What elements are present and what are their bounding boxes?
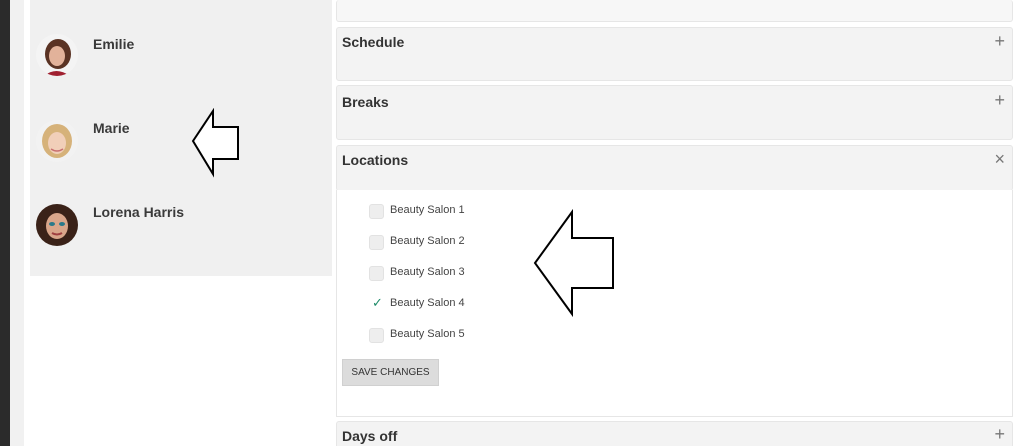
staff-settings-page: Emilie Marie Lorena Harris Schedule + Br… (0, 0, 1024, 446)
staff-item-marie[interactable]: Marie (30, 110, 332, 170)
plus-icon[interactable]: + (994, 425, 1005, 443)
checkbox[interactable] (369, 328, 384, 343)
panel-previous (336, 0, 1013, 22)
checkbox-checked[interactable]: ✓ (369, 295, 384, 312)
staff-name: Lorena Harris (93, 204, 185, 220)
close-icon[interactable]: × (994, 150, 1005, 168)
checkbox[interactable] (369, 266, 384, 281)
panel-locations[interactable]: Locations × (336, 145, 1013, 191)
plus-icon[interactable]: + (994, 32, 1005, 50)
left-dark-strip (0, 0, 10, 446)
location-label: Beauty Salon 5 (390, 328, 465, 340)
panel-title: Days off (342, 428, 398, 444)
staff-item-emilie[interactable]: Emilie (30, 26, 332, 86)
location-label: Beauty Salon 3 (390, 266, 465, 278)
plus-icon[interactable]: + (994, 91, 1005, 109)
panel-title: Locations (342, 152, 409, 168)
checkmark-icon: ✓ (372, 295, 383, 310)
staff-list: Emilie Marie Lorena Harris (30, 0, 332, 276)
checkbox[interactable] (369, 235, 384, 250)
left-arrow-icon (533, 208, 614, 318)
panel-title: Breaks (342, 94, 389, 110)
left-light-strip (10, 0, 24, 446)
staff-name: Emilie (93, 36, 135, 52)
panel-days-off[interactable]: Days off + (336, 421, 1013, 446)
location-label: Beauty Salon 2 (390, 235, 465, 247)
save-changes-button[interactable]: SAVE CHANGES (342, 359, 439, 386)
staff-name: Marie (93, 120, 130, 136)
panel-breaks[interactable]: Breaks + (336, 85, 1013, 140)
left-arrow-icon (191, 108, 239, 178)
locations-panel-body: Beauty Salon 1 Beauty Salon 2 Beauty Sal… (336, 190, 1013, 417)
panel-title: Schedule (342, 34, 405, 50)
location-label: Beauty Salon 4 (390, 297, 465, 309)
avatar (36, 204, 78, 246)
staff-item-lorena-harris[interactable]: Lorena Harris (30, 194, 332, 254)
location-label: Beauty Salon 1 (390, 204, 465, 216)
checkbox[interactable] (369, 204, 384, 219)
avatar (36, 120, 78, 162)
panel-schedule[interactable]: Schedule + (336, 27, 1013, 81)
avatar (36, 34, 78, 76)
